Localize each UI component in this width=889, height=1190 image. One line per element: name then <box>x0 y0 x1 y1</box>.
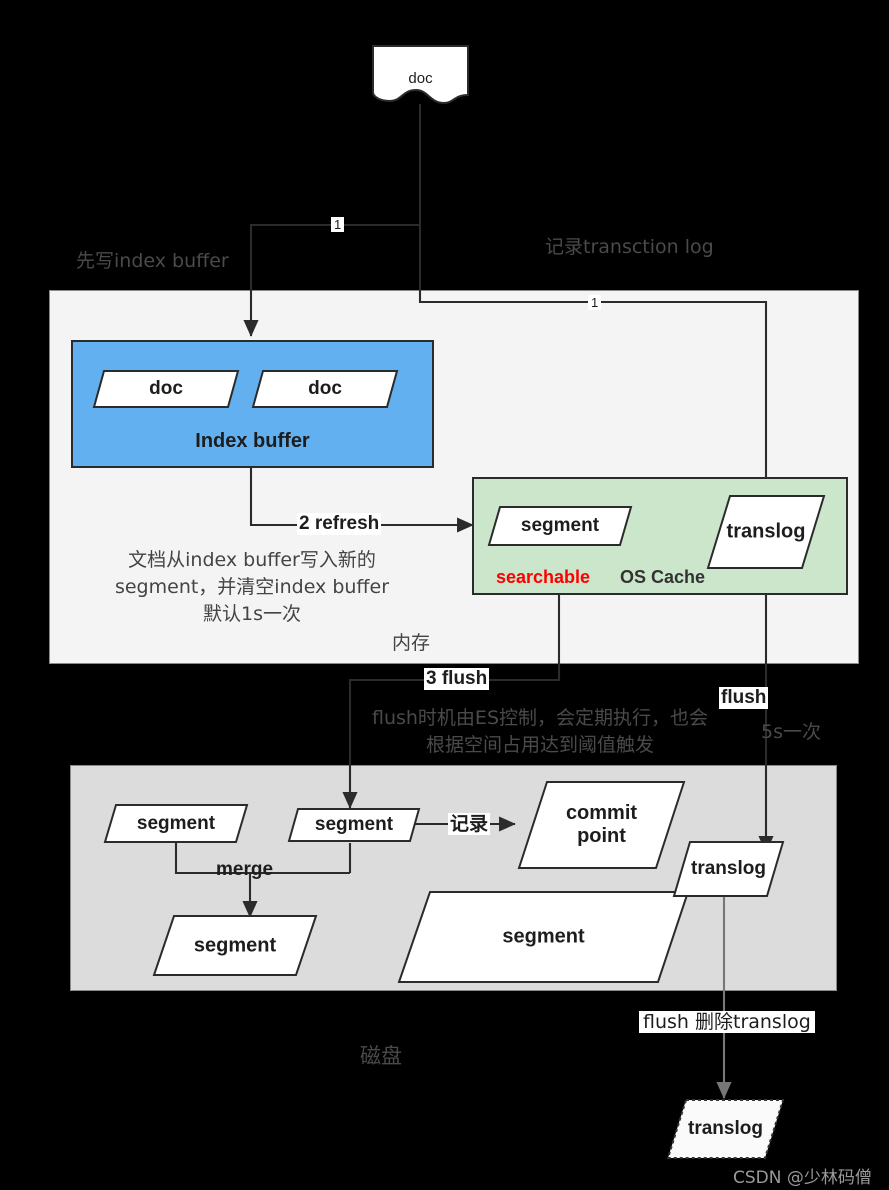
doc-node-top: doc <box>372 45 469 107</box>
doc-node-buffer-1: doc <box>92 369 240 409</box>
segment-node-disk-mid: segment <box>287 807 421 843</box>
refresh-desc-line1: 文档从index buffer写入新的 <box>128 549 376 571</box>
annotation-write-index-buffer: 先写index buffer <box>76 250 229 272</box>
doc-node-buffer-2: doc <box>251 369 399 409</box>
doc-node-buffer-1-label: doc <box>149 378 183 400</box>
segment-node-big-label: segment <box>502 925 585 948</box>
translog-node-disk: translog <box>672 840 785 898</box>
annotation-flush-desc-line2: 根据空间占用达到阈值触发 <box>425 734 654 756</box>
refresh-desc-line3: 默认1s一次 <box>203 603 301 625</box>
edge-label-record: 记录 <box>448 813 491 835</box>
index-buffer-label: Index buffer <box>195 430 310 452</box>
edge-label-step3-flush: 3 flush <box>424 668 490 690</box>
segment-node-merged-label: segment <box>193 934 277 956</box>
annotation-translog-interval: 5s一次 <box>761 721 821 743</box>
refresh-desc-line2: segment，并清空index buffer <box>114 576 390 598</box>
annotation-flush-desc-line1: flush时机由ES控制，会定期执行，也会 <box>371 707 709 729</box>
edge-label-merge: merge <box>216 859 274 880</box>
edge-label-step1-right: 1 <box>588 295 602 310</box>
segment-node-cache: segment <box>487 505 633 547</box>
doc-node-buffer-2-label: doc <box>308 378 342 400</box>
commit-point-node: commit point <box>517 780 686 870</box>
doc-node-top-label: doc <box>408 70 433 87</box>
segment-node-cache-label: segment <box>520 515 600 537</box>
edge-label-step2-refresh: 2 refresh <box>297 513 382 535</box>
memory-region-label: 内存 <box>392 632 431 654</box>
searchable-label: searchable <box>496 567 591 587</box>
edge-label-flush-delete-translog: flush 删除translog <box>639 1011 815 1033</box>
segment-node-merged: segment <box>152 914 318 977</box>
segment-node-disk-left-label: segment <box>136 812 216 834</box>
diagram-canvas: doc 先写index buffer 记录transction log flus… <box>0 0 889 1190</box>
annotation-record-translog: 记录transction log <box>545 236 714 258</box>
disk-region-label: 磁盘 <box>360 1044 402 1068</box>
translog-node-deleted: translog <box>666 1098 785 1160</box>
segment-node-disk-left: segment <box>103 803 249 844</box>
edge-label-step1-left: 1 <box>331 217 345 232</box>
translog-node-deleted-label: translog <box>688 1118 763 1140</box>
edge-label-flush: flush <box>719 687 769 709</box>
translog-node-disk-label: translog <box>691 858 766 880</box>
segment-node-big: segment <box>397 890 690 984</box>
commit-point-label-line2: point <box>577 825 626 847</box>
translog-node-cache: translog <box>706 494 826 570</box>
translog-node-cache-label: translog <box>726 520 806 543</box>
segment-node-disk-mid-label: segment <box>314 814 394 836</box>
watermark: CSDN @少林码僧 <box>733 1168 872 1188</box>
commit-point-label-line1: commit <box>565 802 638 824</box>
os-cache-label: OS Cache <box>620 567 706 587</box>
